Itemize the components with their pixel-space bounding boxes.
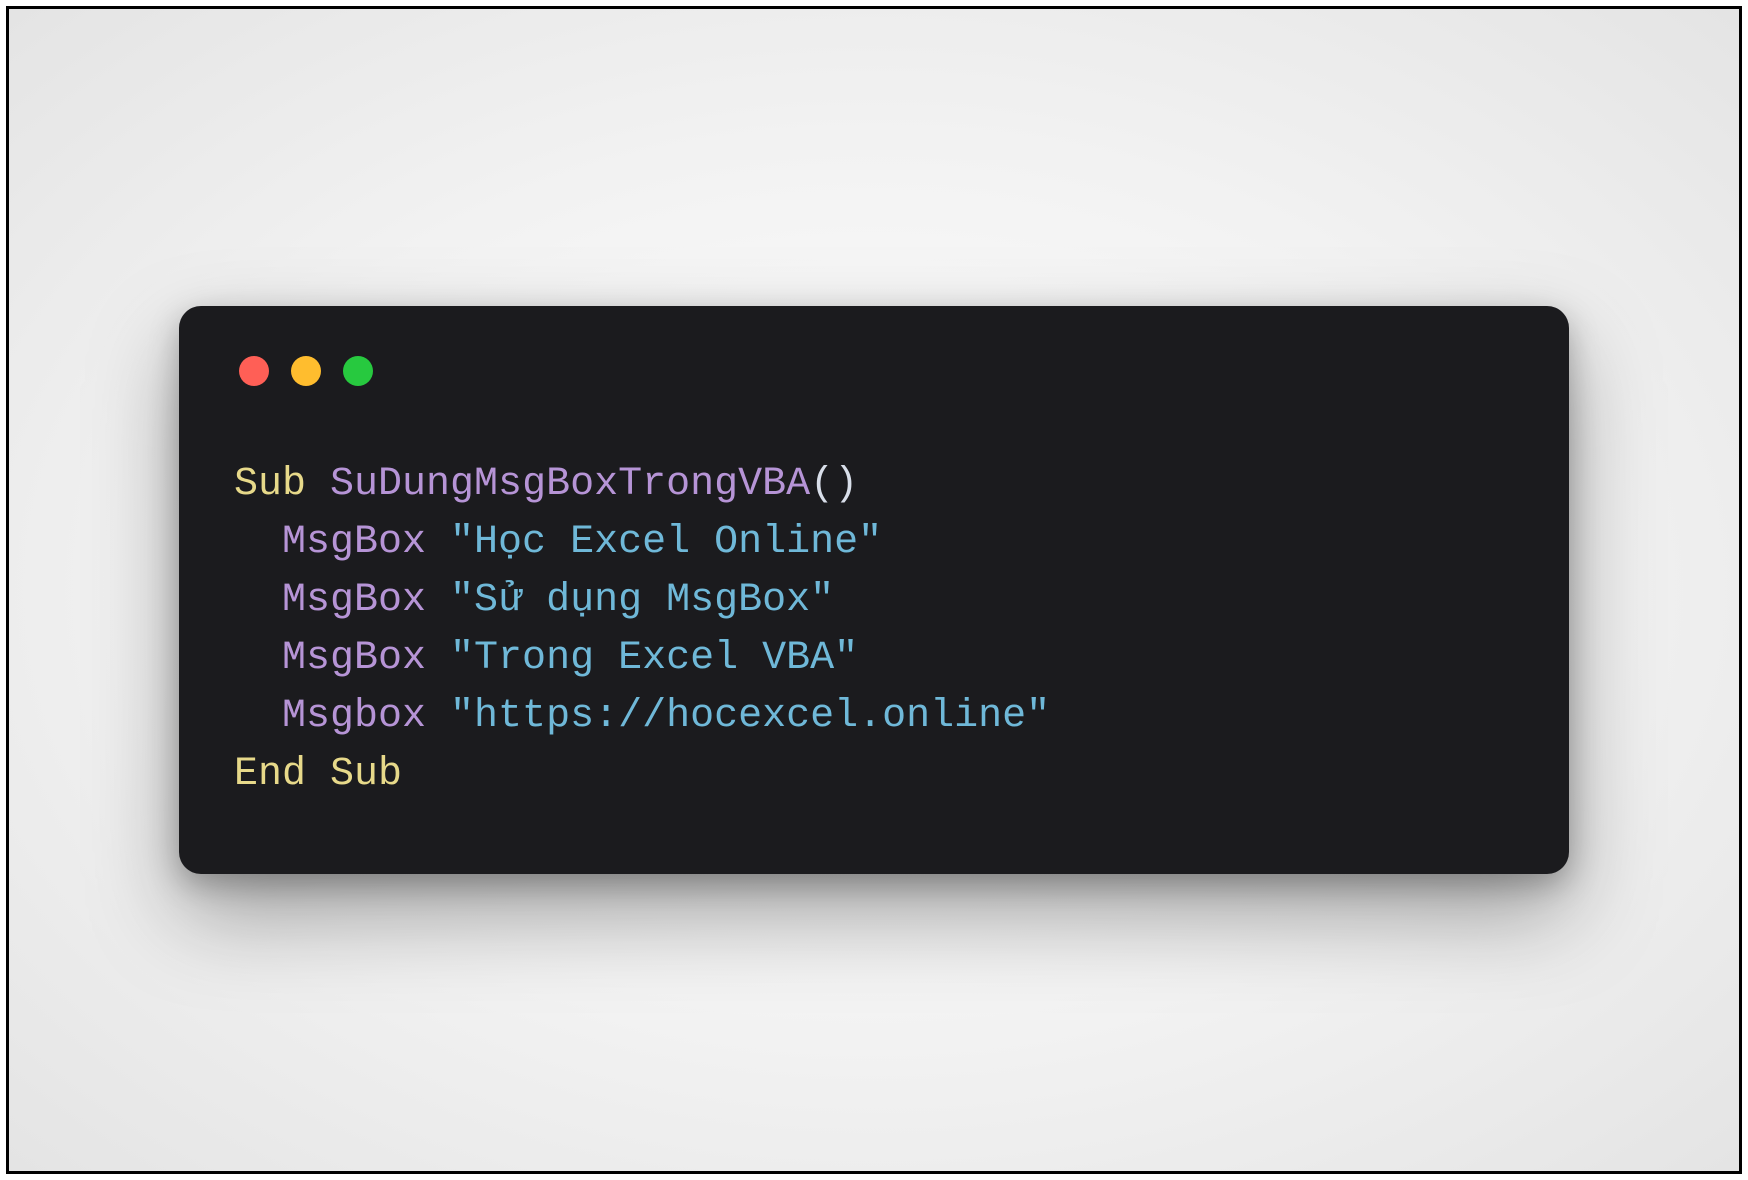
close-icon[interactable] bbox=[239, 356, 269, 386]
minimize-icon[interactable] bbox=[291, 356, 321, 386]
code-line-sub: Sub SuDungMsgBoxTrongVBA() bbox=[234, 462, 858, 507]
paren-close: ) bbox=[834, 462, 858, 507]
call-msgbox: Msgbox bbox=[282, 694, 426, 739]
traffic-lights bbox=[239, 356, 1514, 386]
code-line-call: MsgBox "Học Excel Online" bbox=[234, 520, 882, 565]
call-msgbox: MsgBox bbox=[282, 520, 426, 565]
code-line-call: MsgBox "Trong Excel VBA" bbox=[234, 636, 858, 681]
code-line-call: MsgBox "Sử dụng MsgBox" bbox=[234, 578, 834, 623]
call-msgbox: MsgBox bbox=[282, 636, 426, 681]
keyword-sub: Sub bbox=[234, 462, 306, 507]
string-literal: "Sử dụng MsgBox" bbox=[450, 578, 834, 623]
maximize-icon[interactable] bbox=[343, 356, 373, 386]
code-block: Sub SuDungMsgBoxTrongVBA() MsgBox "Học E… bbox=[234, 456, 1514, 804]
code-line-call: Msgbox "https://hocexcel.online" bbox=[234, 694, 1050, 739]
string-literal: "Trong Excel VBA" bbox=[450, 636, 858, 681]
procedure-name: SuDungMsgBoxTrongVBA bbox=[330, 462, 810, 507]
outer-frame: Sub SuDungMsgBoxTrongVBA() MsgBox "Học E… bbox=[6, 6, 1742, 1174]
keyword-end-sub: End Sub bbox=[234, 752, 402, 797]
string-literal: "Học Excel Online" bbox=[450, 520, 882, 565]
call-msgbox: MsgBox bbox=[282, 578, 426, 623]
code-line-end: End Sub bbox=[234, 752, 402, 797]
string-literal: "https://hocexcel.online" bbox=[450, 694, 1050, 739]
code-window: Sub SuDungMsgBoxTrongVBA() MsgBox "Học E… bbox=[179, 306, 1569, 874]
paren-open: ( bbox=[810, 462, 834, 507]
